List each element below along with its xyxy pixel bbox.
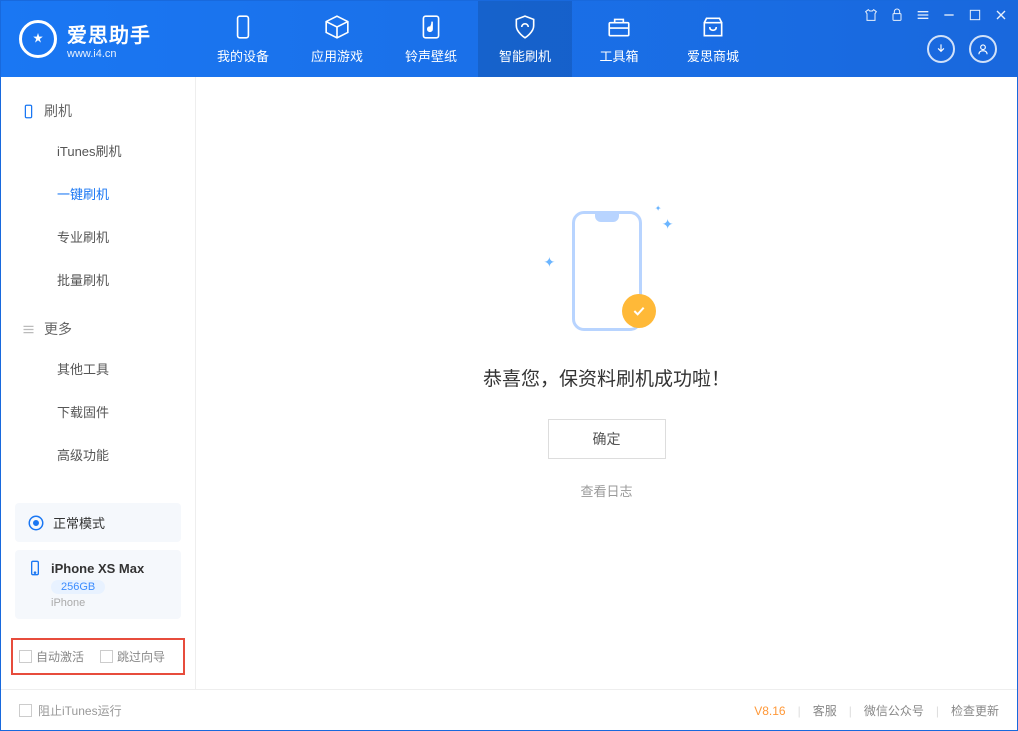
check-update-link[interactable]: 检查更新 bbox=[951, 702, 999, 719]
nav-tabs: 我的设备 应用游戏 铃声壁纸 智能刷机 工具箱 爱思商城 bbox=[196, 1, 760, 77]
app-logo-icon bbox=[19, 20, 57, 58]
device-mode-card[interactable]: 正常模式 bbox=[15, 503, 181, 542]
maximize-icon[interactable] bbox=[967, 7, 983, 23]
device-type: iPhone bbox=[51, 597, 169, 609]
sidebar-section-more: 更多 bbox=[1, 311, 195, 347]
tab-label: 工具箱 bbox=[599, 46, 638, 65]
app-title: 爱思助手 bbox=[67, 19, 151, 48]
sidebar-item-batch-flash[interactable]: 批量刷机 bbox=[1, 258, 195, 301]
shirt-icon[interactable] bbox=[863, 7, 879, 23]
lock-icon[interactable] bbox=[889, 7, 905, 23]
tab-ringtones[interactable]: 铃声壁纸 bbox=[384, 1, 478, 77]
minimize-icon[interactable] bbox=[941, 7, 957, 23]
sidebar-section-flash: 刷机 bbox=[1, 93, 195, 129]
bottom-options-highlighted: 自动激活 跳过向导 bbox=[11, 638, 185, 675]
download-manager-icon[interactable] bbox=[927, 35, 955, 63]
app-header: 爱思助手 www.i4.cn 我的设备 应用游戏 铃声壁纸 智能刷机 工具箱 爱… bbox=[1, 1, 1017, 77]
list-icon bbox=[21, 322, 36, 337]
check-badge-icon bbox=[622, 294, 656, 328]
wechat-link[interactable]: 微信公众号 bbox=[864, 702, 924, 719]
sidebar-item-itunes-flash[interactable]: iTunes刷机 bbox=[1, 129, 195, 172]
tab-label: 智能刷机 bbox=[499, 46, 551, 65]
tab-label: 铃声壁纸 bbox=[405, 46, 457, 65]
sidebar-item-other-tools[interactable]: 其他工具 bbox=[1, 347, 195, 390]
view-log-link[interactable]: 查看日志 bbox=[580, 481, 632, 500]
device-icon bbox=[230, 14, 256, 40]
normal-mode-icon bbox=[27, 514, 45, 532]
checkbox-auto-activate[interactable]: 自动激活 bbox=[19, 648, 84, 665]
sidebar-item-oneclick-flash[interactable]: 一键刷机 bbox=[1, 172, 195, 215]
tab-apps-games[interactable]: 应用游戏 bbox=[290, 1, 384, 77]
success-message: 恭喜您，保资料刷机成功啦！ bbox=[483, 364, 730, 391]
checkbox-skip-guide[interactable]: 跳过向导 bbox=[100, 648, 165, 665]
app-subtitle: www.i4.cn bbox=[67, 48, 151, 60]
tab-label: 我的设备 bbox=[217, 46, 269, 65]
device-info-card[interactable]: iPhone XS Max 256GB iPhone bbox=[15, 550, 181, 619]
close-icon[interactable] bbox=[993, 7, 1009, 23]
sidebar-item-pro-flash[interactable]: 专业刷机 bbox=[1, 215, 195, 258]
phone-outline-icon bbox=[21, 104, 36, 119]
sidebar: 刷机 iTunes刷机 一键刷机 专业刷机 批量刷机 更多 其他工具 下载固件 … bbox=[1, 77, 196, 689]
sidebar-item-download-firmware[interactable]: 下载固件 bbox=[1, 390, 195, 433]
store-icon bbox=[700, 14, 726, 40]
tab-toolbox[interactable]: 工具箱 bbox=[572, 1, 666, 77]
music-file-icon bbox=[418, 14, 444, 40]
main-content: ✦ ✦ ✦ 恭喜您，保资料刷机成功啦！ 确定 查看日志 bbox=[196, 77, 1017, 689]
device-storage-badge: 256GB bbox=[51, 580, 105, 594]
tab-store[interactable]: 爱思商城 bbox=[666, 1, 760, 77]
checkbox-icon bbox=[100, 650, 113, 663]
footer-bar: 阻止iTunes运行 V8.16 | 客服 | 微信公众号 | 检查更新 bbox=[1, 689, 1017, 731]
ok-button[interactable]: 确定 bbox=[548, 419, 666, 459]
tab-label: 应用游戏 bbox=[311, 46, 363, 65]
user-account-icon[interactable] bbox=[969, 35, 997, 63]
success-illustration: ✦ ✦ ✦ bbox=[562, 206, 652, 336]
checkbox-icon bbox=[19, 650, 32, 663]
toolbox-icon bbox=[606, 14, 632, 40]
tab-my-device[interactable]: 我的设备 bbox=[196, 1, 290, 77]
version-label: V8.16 bbox=[754, 704, 785, 718]
cube-icon bbox=[324, 14, 350, 40]
menu-icon[interactable] bbox=[915, 7, 931, 23]
device-mode-label: 正常模式 bbox=[53, 513, 105, 532]
support-link[interactable]: 客服 bbox=[813, 702, 837, 719]
device-phone-icon bbox=[27, 560, 43, 576]
block-itunes-label[interactable]: 阻止iTunes运行 bbox=[38, 702, 122, 719]
sidebar-item-advanced[interactable]: 高级功能 bbox=[1, 433, 195, 476]
tab-smart-flash[interactable]: 智能刷机 bbox=[478, 1, 572, 77]
checkbox-icon[interactable] bbox=[19, 704, 32, 717]
tab-label: 爱思商城 bbox=[687, 46, 739, 65]
logo-area: 爱思助手 www.i4.cn bbox=[1, 19, 196, 60]
shield-refresh-icon bbox=[512, 14, 538, 40]
device-name: iPhone XS Max bbox=[51, 561, 144, 576]
